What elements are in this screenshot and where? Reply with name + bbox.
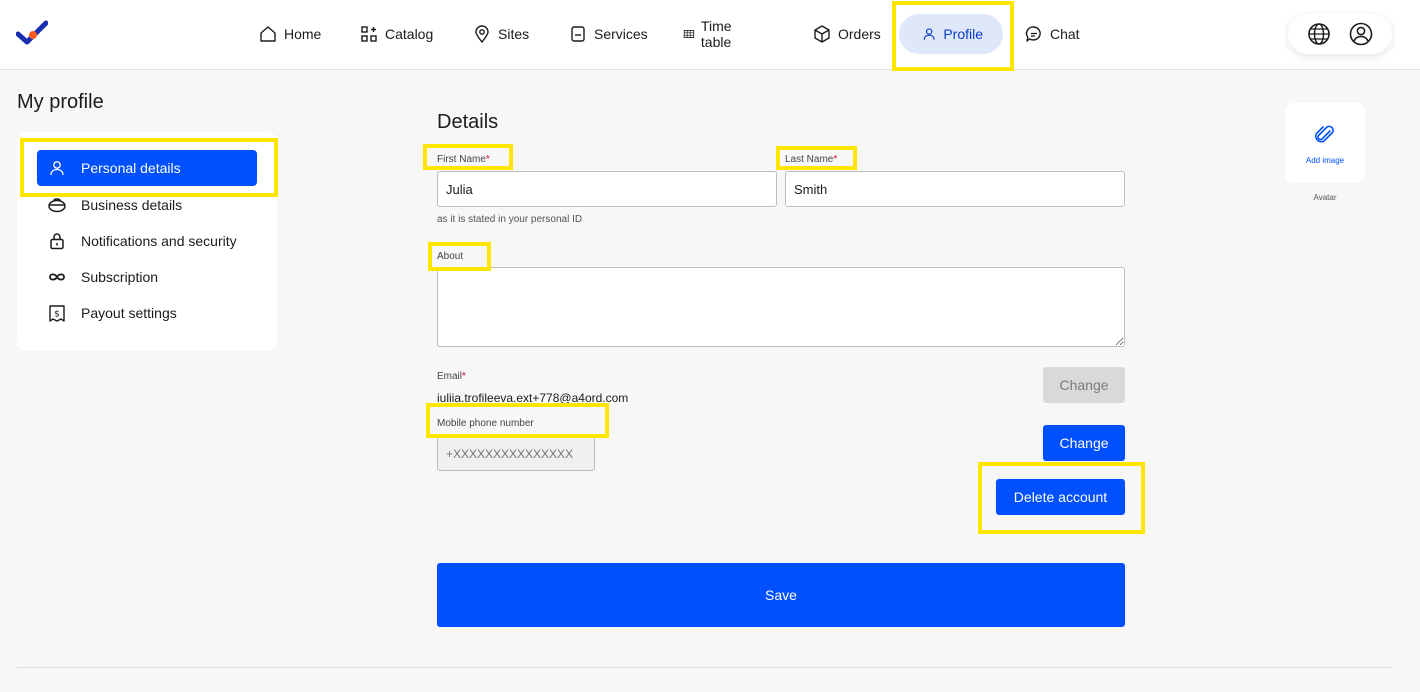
sidebar-item-business-details[interactable]: Business details [37, 187, 257, 223]
lock-icon [50, 233, 64, 250]
account-circle-icon[interactable] [1348, 21, 1374, 47]
utility-buttons [1288, 14, 1392, 54]
delete-account-button[interactable]: Delete account [996, 479, 1125, 515]
services-icon [571, 26, 585, 42]
footer-divider [17, 667, 1393, 668]
table-icon [683, 30, 695, 38]
infinity-icon [49, 273, 65, 281]
box-icon [814, 25, 830, 43]
sidebar-item-notifications-security[interactable]: Notifications and security [37, 223, 257, 259]
user-icon [923, 28, 935, 40]
logo-icon[interactable] [16, 20, 48, 48]
sidebar-item-payout-settings[interactable]: $ Payout settings [37, 295, 257, 331]
nav-chat-label: Chat [1050, 26, 1080, 42]
sidebar-item-label: Personal details [81, 160, 181, 176]
payout-icon: $ [49, 305, 65, 322]
details-heading: Details [437, 111, 499, 133]
last-name-label: Last Name* [785, 154, 838, 165]
nav-sites-label: Sites [498, 26, 530, 42]
nav-orders-label: Orders [838, 26, 881, 42]
change-phone-button[interactable]: Change [1043, 425, 1125, 461]
user-icon [50, 161, 64, 176]
catalog-icon [361, 26, 377, 42]
nav-chat[interactable]: Chat [1016, 14, 1088, 54]
location-pin-icon [475, 25, 489, 44]
sidebar-item-personal-details[interactable]: Personal details [37, 150, 257, 186]
nav-profile[interactable]: Profile [899, 14, 1003, 54]
globe-icon[interactable] [1306, 21, 1332, 47]
first-name-label: First Name* [437, 154, 490, 165]
sidebar-item-subscription[interactable]: Subscription [37, 259, 257, 295]
nav-orders[interactable]: Orders [804, 14, 889, 54]
briefcase-icon [48, 198, 66, 213]
paperclip-icon [1315, 125, 1334, 142]
nav-sites[interactable]: Sites [464, 14, 537, 54]
nav-catalog[interactable]: Catalog [351, 14, 441, 54]
home-icon [260, 26, 276, 42]
nav-profile-label: Profile [943, 26, 983, 42]
nav-time-table[interactable]: Time table [675, 14, 748, 54]
about-textarea[interactable] [437, 267, 1125, 347]
sidebar-item-label: Notifications and security [81, 233, 237, 249]
email-label: Email* [437, 371, 466, 382]
change-email-button[interactable]: Change [1043, 367, 1125, 403]
last-name-input[interactable] [785, 171, 1125, 207]
page-title: My profile [17, 91, 104, 113]
nav-home-label: Home [284, 26, 322, 42]
chat-bubble-icon [1025, 26, 1041, 42]
top-navigation-bar: Home Catalog Sites Services Time table O… [0, 0, 1420, 70]
phone-label: Mobile phone number [437, 418, 534, 429]
first-name-input[interactable] [437, 171, 777, 207]
sidebar-item-label: Payout settings [81, 305, 177, 321]
svg-text:$: $ [54, 310, 60, 320]
sidebar-item-label: Business details [81, 197, 183, 213]
nav-services-label: Services [594, 26, 648, 42]
save-button[interactable]: Save [437, 563, 1125, 627]
first-name-hint: as it is stated in your personal ID [437, 214, 583, 225]
nav-time-table-label: Time table [700, 18, 732, 50]
phone-input[interactable] [437, 436, 595, 471]
profile-sidebar: Personal details Business details Notifi… [17, 132, 277, 351]
nav-home[interactable]: Home [250, 14, 329, 54]
add-avatar-button[interactable]: Add image [1285, 103, 1365, 183]
about-label: About [437, 251, 464, 262]
email-value: iuliia.trofileeva.ext+778@a4ord.com [437, 391, 629, 405]
sidebar-item-label: Subscription [81, 269, 159, 285]
nav-catalog-label: Catalog [385, 26, 434, 42]
add-image-label: Add image [1305, 155, 1345, 165]
nav-services[interactable]: Services [560, 14, 656, 54]
avatar-caption: Avatar [1313, 193, 1337, 202]
